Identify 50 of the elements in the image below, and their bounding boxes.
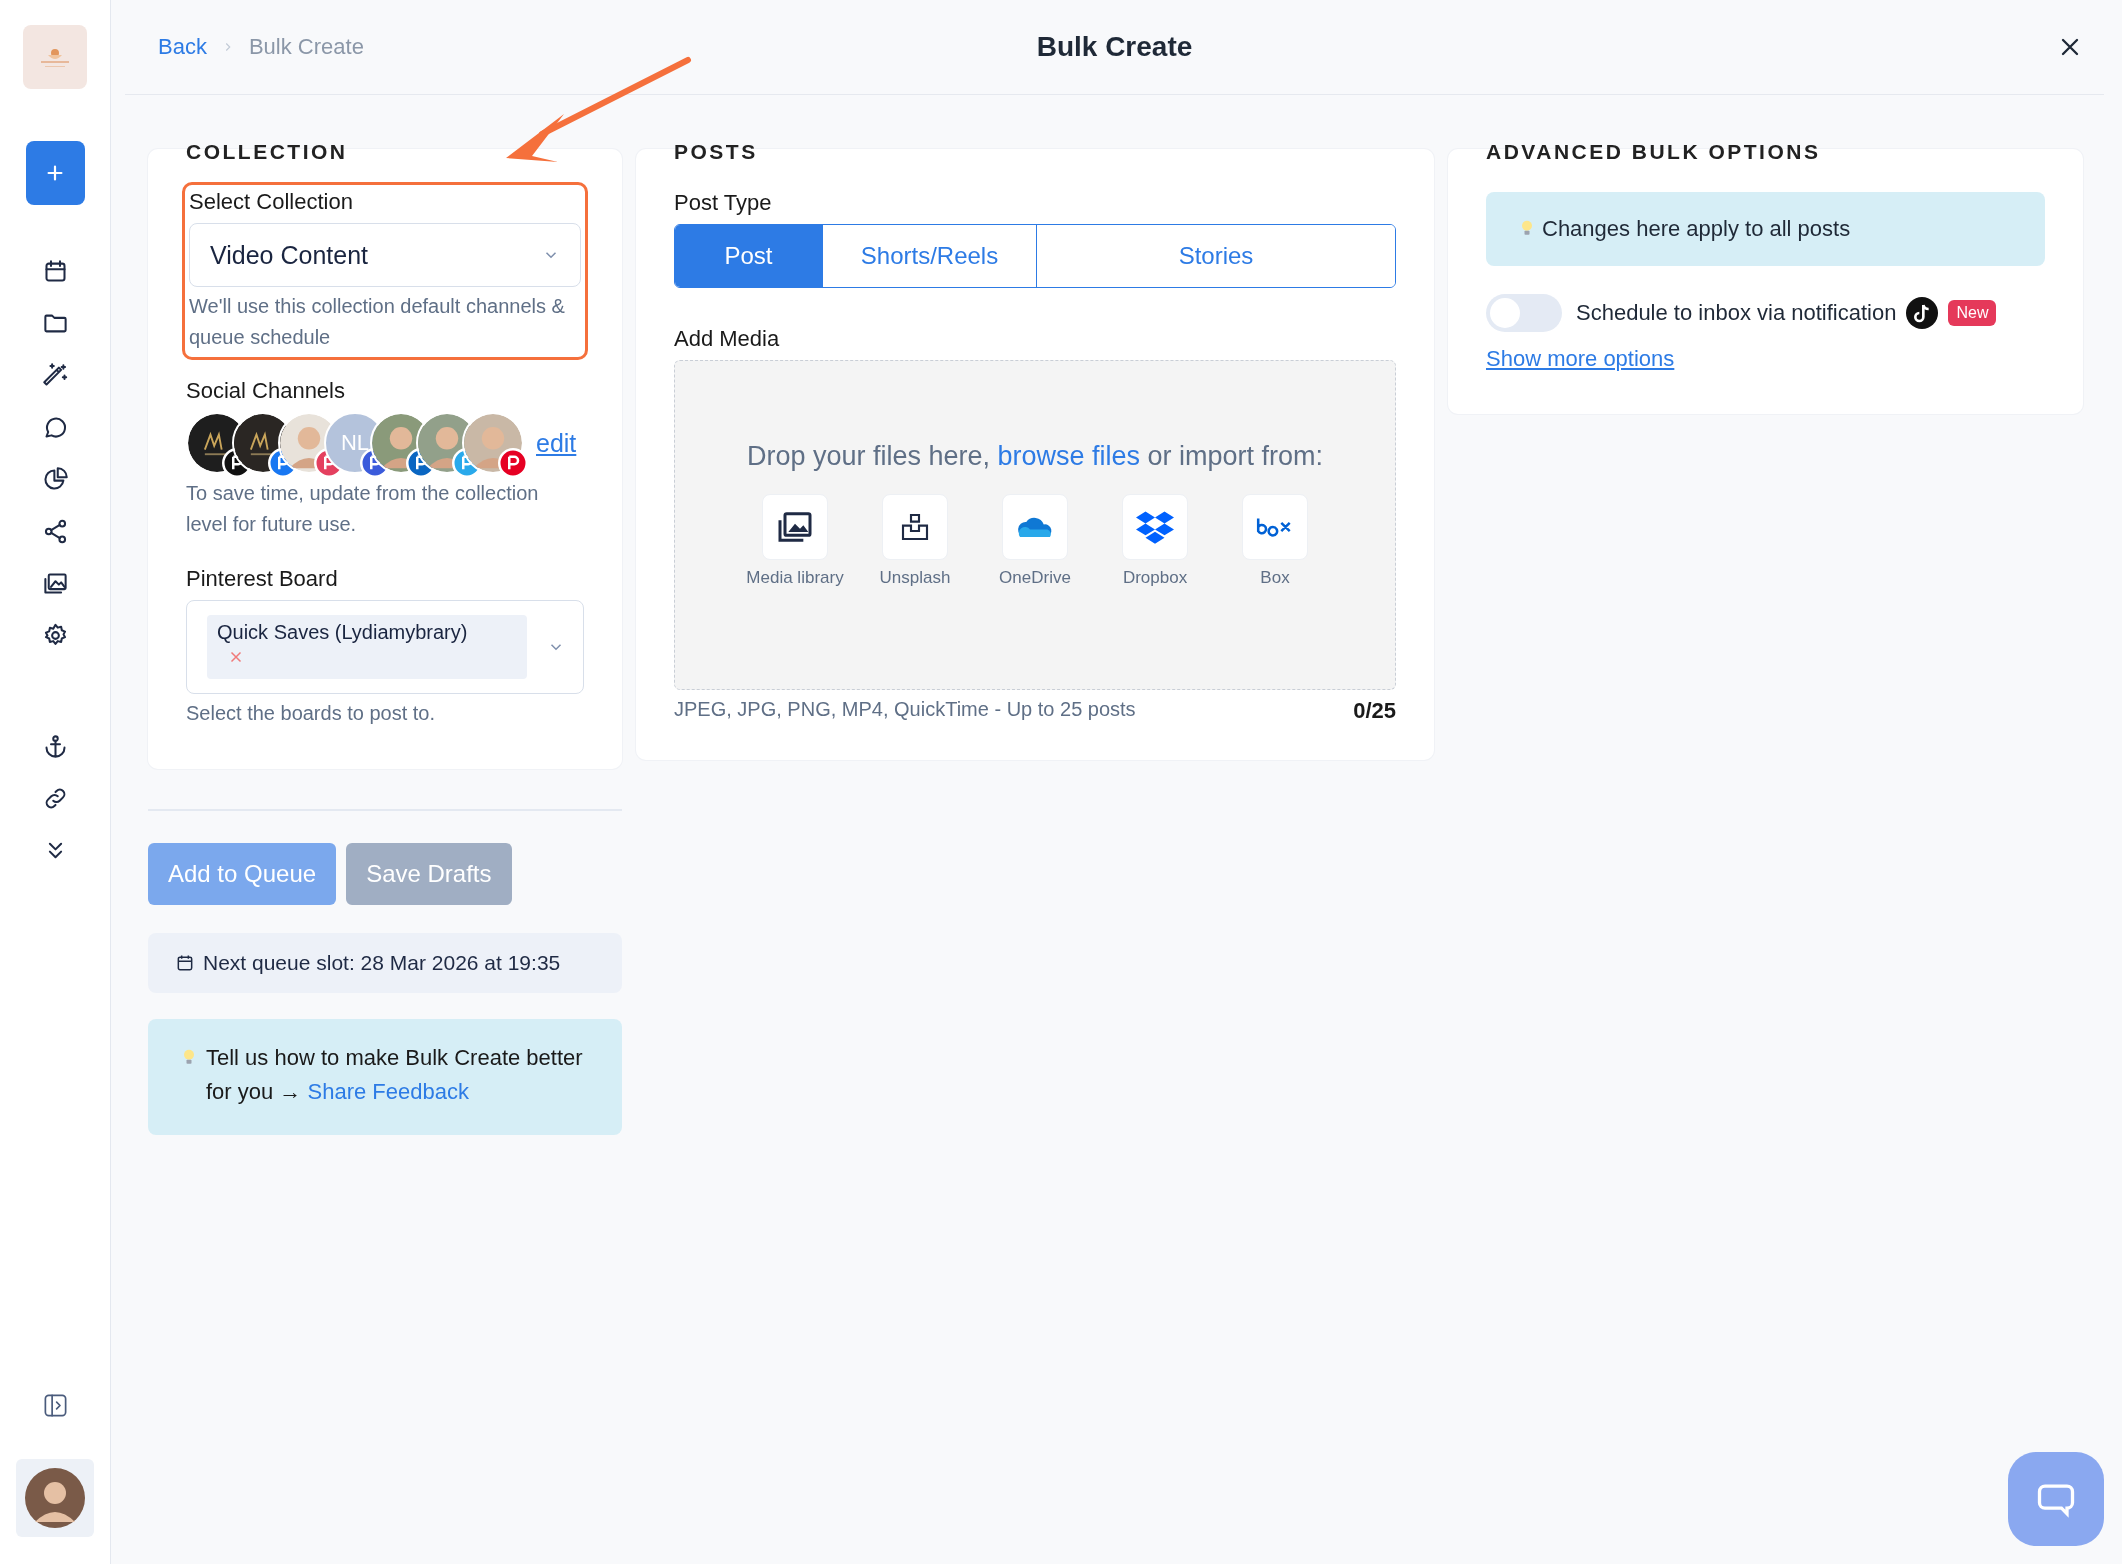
field-label: Social Channels [186, 378, 346, 404]
gallery-icon[interactable] [41, 570, 69, 597]
drop-zone[interactable]: Drop your files here, browse files or import from: Media library Unsplash OneDrive Dropbox Box [674, 360, 1396, 690]
media-library-button[interactable] [762, 494, 828, 560]
unsplash-button[interactable] [882, 494, 948, 560]
new-badge: New [1948, 300, 1997, 326]
magic-wand-icon[interactable] [41, 362, 69, 389]
feedback-text: Tell us how to make Bulk Create better for you → Share Feedback [206, 1044, 584, 1106]
field-label: Add Media [674, 326, 781, 352]
hint-text: We'll use this collection default channels & queue schedule [189, 294, 566, 350]
browse-files-link[interactable]: browse files [997, 441, 1141, 471]
create-button[interactable] [25, 141, 85, 205]
source-label: Unsplash [879, 568, 951, 588]
onedrive-button[interactable] [1002, 494, 1068, 560]
source-label: Dropbox [1122, 568, 1188, 588]
music-note-icon [1906, 297, 1939, 329]
back-link[interactable]: Back [158, 34, 207, 60]
notice-text: Changes here apply to all posts [1542, 216, 1851, 242]
post-count: 0/25 [1353, 698, 1396, 724]
edit-link[interactable]: edit [536, 428, 577, 458]
hint-text: To save time, update from the collection level for future use. [186, 481, 540, 537]
section-heading: COLLECTION [186, 140, 349, 164]
source-label: Media library [746, 568, 844, 588]
page-title: Bulk Create [1035, 31, 1194, 63]
dropbox-button[interactable] [1122, 494, 1188, 560]
format-hint: JPEG, JPG, PNG, MP4, QuickTime - Up to 25 posts [674, 698, 1136, 722]
box-button[interactable] [1242, 494, 1308, 560]
source-label: Box [1260, 568, 1290, 588]
field-label: Post Type [674, 190, 773, 216]
drop-instructions: Drop your files here, browse files or import from: [746, 441, 1324, 472]
show-more-link[interactable]: Show more options [1486, 346, 1675, 372]
board-select[interactable]: Quick Saves (Lydiamybrary) [186, 600, 584, 694]
field-label: Select Collection [189, 189, 354, 215]
calendar-icon [175, 953, 195, 973]
section-heading: ADVANCED BULK OPTIONS [1486, 140, 1822, 164]
avatar [25, 1468, 85, 1528]
toggle-label: Schedule to inbox via notification [1576, 300, 1897, 326]
queue-slot-text: Next queue slot: 28 Mar 2026 at 19:35 [203, 951, 561, 975]
breadcrumb-current: Bulk Create [248, 34, 364, 60]
section-heading: POSTS [674, 140, 759, 164]
pie-chart-icon[interactable] [41, 466, 69, 493]
toggle-switch[interactable] [1486, 294, 1562, 332]
tag-label: Quick Saves (Lydiamybrary) [217, 621, 469, 644]
profile-button[interactable] [16, 1459, 94, 1537]
hint-text: Select the boards to post to. [186, 701, 437, 726]
collection-select[interactable]: Video Content [189, 223, 581, 287]
source-label: OneDrive [999, 568, 1071, 588]
field-label: Pinterest Board [186, 566, 339, 592]
share-feedback-link[interactable]: Share Feedback [307, 1079, 469, 1104]
post-type-tab[interactable]: Post [675, 225, 823, 287]
